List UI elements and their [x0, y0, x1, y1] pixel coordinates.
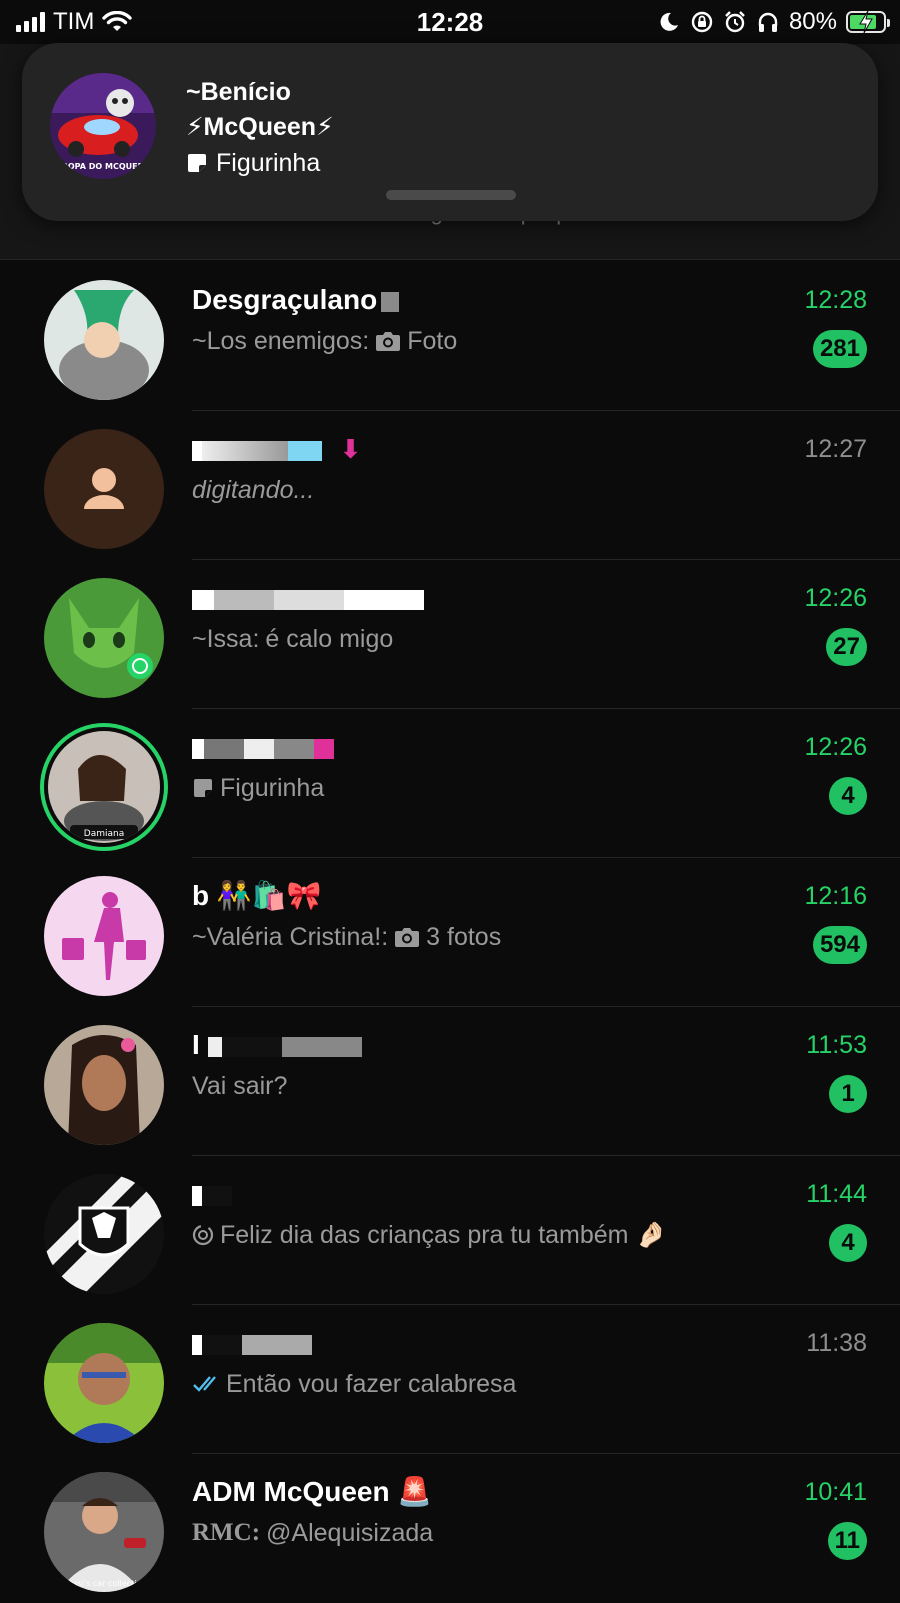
battery-percentage: 80%: [788, 8, 837, 35]
preview-text: Feliz dia das crianças pra tu também 🤌🏻: [220, 1221, 667, 1249]
battery-icon: [846, 10, 890, 34]
chat-preview: Vai sair?: [192, 1069, 287, 1103]
chat-preview: ~Los enemigos: Foto: [192, 324, 457, 358]
chat-preview: Figurinha: [192, 771, 324, 805]
sticker-icon: [194, 779, 212, 797]
chat-row[interactable]: ~Issa: é calo migo 12:26 27: [0, 560, 900, 709]
notification-sender: ~Benício: [186, 78, 291, 106]
chat-time: 12:28: [804, 286, 867, 314]
moon-icon: [660, 12, 678, 31]
unread-badge: 11: [827, 1522, 867, 1560]
notification-banner[interactable]: TROPA DO MCQUEEN ~Benício ⚡McQueen⚡ Figu…: [22, 43, 878, 221]
notification-group: ⚡McQueen⚡: [186, 113, 334, 141]
avatar: [44, 1323, 164, 1443]
preview-text: Vai sair?: [192, 1072, 288, 1100]
camera-icon: [395, 928, 420, 947]
headphones-icon: [758, 12, 778, 32]
sticker-icon: [188, 154, 206, 172]
unread-badge: 4: [829, 777, 867, 815]
unread-badge: 281: [812, 330, 867, 368]
avatar: [44, 876, 164, 996]
status-bar: TIM 12:28 80%: [0, 0, 900, 44]
avatar-with-status-ring: Damiana: [40, 723, 168, 851]
chat-preview: Feliz dia das crianças pra tu também 🤌🏻: [192, 1218, 667, 1252]
notification-avatar-caption: TROPA DO MCQUEEN: [56, 162, 150, 171]
chat-row[interactable]: Feliz dia das crianças pra tu também 🤌🏻 …: [0, 1156, 900, 1305]
chat-name: [192, 1325, 312, 1361]
chat-name: ADM McQueen 🚨: [192, 1476, 433, 1507]
chat-row[interactable]: Messi's car collection ADM McQueen 🚨 RMC…: [0, 1454, 900, 1603]
chat-row[interactable]: Desgraçulano ~Los enemigos: Foto 12:28 2…: [0, 262, 900, 411]
unread-badge: 27: [826, 628, 867, 666]
chat-name: [192, 1176, 232, 1212]
preview-text: @Alequisizada: [266, 1519, 434, 1547]
notification-content: ~Benício ⚡McQueen⚡ Figurinha: [186, 75, 334, 181]
chat-time: 12:16: [804, 882, 867, 910]
double-check-icon: [193, 1376, 216, 1392]
view-once-icon: [192, 1224, 214, 1246]
typing-indicator: digitando...: [192, 476, 315, 504]
avatar-caption: Damiana: [84, 829, 124, 839]
unread-badge: 4: [829, 1224, 867, 1262]
notification-avatar: TROPA DO MCQUEEN: [50, 73, 156, 179]
notification-message-row: Figurinha: [186, 145, 334, 181]
chat-row[interactable]: Então vou fazer calabresa 11:38: [0, 1305, 900, 1454]
preview-text: 3 fotos: [426, 923, 502, 951]
chat-preview: RMC: @Alequisizada: [192, 1516, 433, 1550]
preview-text: Então vou fazer calabresa: [226, 1370, 517, 1398]
unread-badge: 1: [829, 1075, 867, 1113]
chat-name: I: [192, 1027, 362, 1063]
avatar: [44, 578, 164, 698]
preview-text: é calo migo: [265, 625, 394, 653]
chat-time: 12:27: [804, 435, 867, 463]
chat-preview: digitando...: [192, 473, 314, 507]
chat-row[interactable]: Damiana Figurinha 12:26 4: [0, 709, 900, 858]
chat-row[interactable]: I Vai sair? 11:53 1: [0, 1007, 900, 1156]
banner-drag-handle[interactable]: [386, 190, 516, 200]
preview-sender: RMC:: [192, 1519, 261, 1546]
chat-name: Desgraçulano: [192, 282, 400, 318]
chat-name: [192, 580, 424, 616]
avatar: [44, 429, 164, 549]
status-bar-right: 80%: [657, 8, 890, 36]
chat-time: 11:38: [806, 1329, 867, 1357]
avatar-caption: Messi's car collection: [62, 1579, 147, 1588]
chat-preview: Então vou fazer calabresa: [192, 1367, 516, 1401]
chat-time: 11:44: [806, 1180, 867, 1208]
chat-preview: ~Valéria Cristina!: 3 fotos: [192, 920, 501, 954]
avatar: [44, 1174, 164, 1294]
chat-name: ⬇: [192, 431, 362, 467]
preview-text: Figurinha: [220, 774, 325, 802]
notification-message: Figurinha: [216, 149, 321, 177]
avatar: [44, 280, 164, 400]
orientation-lock-icon: [691, 11, 713, 33]
camera-icon: [376, 332, 401, 351]
chat-time: 11:53: [806, 1031, 867, 1059]
chat-time: 10:41: [804, 1478, 867, 1506]
preview-text: Foto: [407, 327, 458, 355]
chat-name: [192, 729, 334, 765]
chat-time: 12:26: [804, 733, 867, 761]
chat-name: b 👫🛍️🎀: [192, 880, 322, 911]
preview-sender: ~Valéria Cristina!:: [192, 923, 389, 951]
chat-row[interactable]: b 👫🛍️🎀 ~Valéria Cristina!: 3 fotos 12:16…: [0, 858, 900, 1007]
preview-sender: ~Issa:: [192, 625, 260, 653]
chat-preview: ~Issa: é calo migo: [192, 622, 393, 656]
avatar: Messi's car collection: [44, 1472, 164, 1592]
alarm-icon: [725, 11, 745, 33]
chat-time: 12:26: [804, 584, 867, 612]
avatar: [44, 1025, 164, 1145]
unread-badge: 594: [812, 926, 867, 964]
chat-row[interactable]: ⬇ digitando... 12:27: [0, 411, 900, 560]
preview-sender: ~Los enemigos:: [192, 327, 370, 355]
